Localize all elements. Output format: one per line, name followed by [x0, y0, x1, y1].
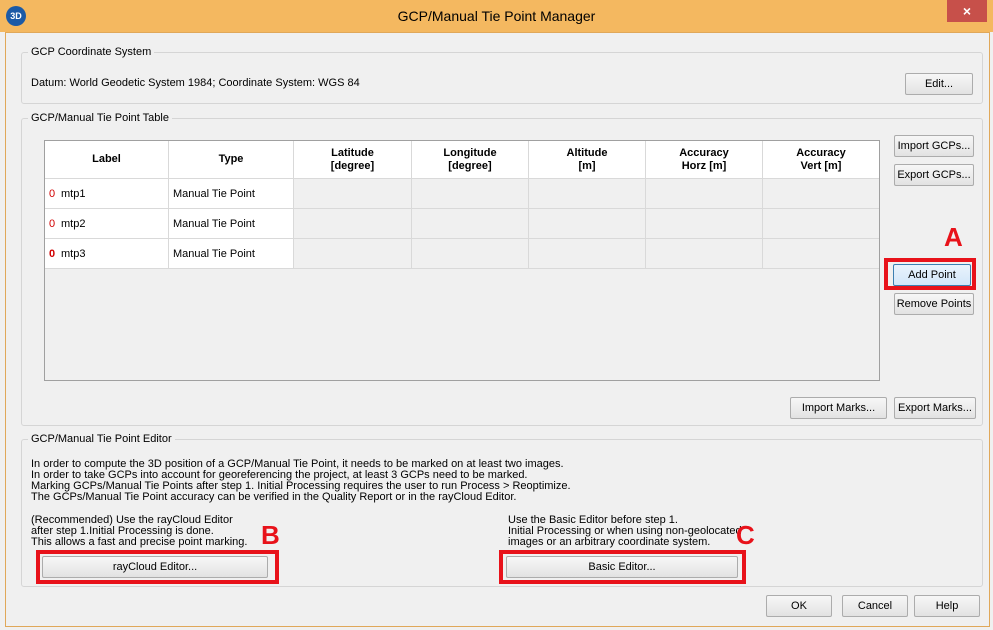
row-marker: 0: [49, 217, 56, 230]
row-marker: 0: [49, 247, 56, 260]
import-marks-button[interactable]: Import Marks...: [790, 397, 887, 419]
accuracy-horz-cell[interactable]: [645, 178, 763, 209]
altitude-cell[interactable]: [528, 238, 646, 269]
column-header-altitude[interactable]: Altitude [m]: [528, 141, 646, 179]
longitude-cell[interactable]: [411, 178, 529, 209]
column-header-latitude[interactable]: Latitude [degree]: [293, 141, 412, 179]
accuracy-horz-cell[interactable]: [645, 238, 763, 269]
coordinate-system-legend: GCP Coordinate System: [31, 46, 152, 58]
accuracy-vert-cell[interactable]: [762, 178, 879, 209]
raycloud-hint-line: This allows a fast and precise point mar…: [31, 536, 248, 548]
title-bar: 3D GCP/Manual Tie Point Manager ×: [0, 0, 993, 32]
annotation-box-b: [36, 550, 279, 584]
export-gcps-button[interactable]: Export GCPs...: [894, 164, 974, 186]
longitude-cell[interactable]: [411, 238, 529, 269]
label-cell[interactable]: 0 mtp1: [45, 178, 169, 209]
window-title: GCP/Manual Tie Point Manager: [397, 8, 596, 24]
column-header-longitude[interactable]: Longitude [degree]: [411, 141, 529, 179]
help-button[interactable]: Help: [914, 595, 980, 617]
close-button[interactable]: ×: [947, 0, 987, 22]
column-header-accuracy-horz[interactable]: Accuracy Horz [m]: [645, 141, 763, 179]
label-cell[interactable]: 0 mtp3: [45, 238, 169, 269]
latitude-cell[interactable]: [293, 238, 412, 269]
type-cell[interactable]: Manual Tie Point: [168, 238, 294, 269]
tie-point-table: Label Type Latitude [degree] Longitude […: [44, 140, 880, 381]
latitude-cell[interactable]: [293, 178, 412, 209]
column-header-type[interactable]: Type: [168, 141, 294, 179]
latitude-cell[interactable]: [293, 208, 412, 239]
table-row[interactable]: 0 mtp3 Manual Tie Point: [45, 238, 879, 269]
remove-points-button[interactable]: Remove Points: [894, 293, 974, 315]
annotation-box-a: [884, 258, 976, 290]
accuracy-horz-cell[interactable]: [645, 208, 763, 239]
column-header-label[interactable]: Label: [45, 141, 169, 179]
editor-info-line: The GCPs/Manual Tie Point accuracy can b…: [31, 491, 517, 503]
row-marker: 0: [49, 187, 56, 200]
annotation-label-a: A: [944, 222, 963, 252]
type-cell[interactable]: Manual Tie Point: [168, 178, 294, 209]
longitude-cell[interactable]: [411, 208, 529, 239]
ok-button[interactable]: OK: [766, 595, 832, 617]
accuracy-vert-cell[interactable]: [762, 208, 879, 239]
annotation-box-c: [499, 550, 746, 584]
basic-hint-line: images or an arbitrary coordinate system…: [508, 536, 711, 548]
type-cell[interactable]: Manual Tie Point: [168, 208, 294, 239]
coordinate-system-description: Datum: World Geodetic System 1984; Coord…: [31, 77, 360, 89]
cancel-button[interactable]: Cancel: [842, 595, 908, 617]
annotation-label-c: C: [736, 520, 755, 550]
export-marks-button[interactable]: Export Marks...: [894, 397, 976, 419]
edit-button[interactable]: Edit...: [905, 73, 973, 95]
label-cell[interactable]: 0 mtp2: [45, 208, 169, 239]
tie-point-editor-legend: GCP/Manual Tie Point Editor: [31, 433, 172, 445]
coordinate-system-group: GCP Coordinate System: [21, 46, 983, 104]
accuracy-vert-cell[interactable]: [762, 238, 879, 269]
column-header-accuracy-vert[interactable]: Accuracy Vert [m]: [762, 141, 879, 179]
tie-point-table-legend: GCP/Manual Tie Point Table: [31, 112, 169, 124]
import-gcps-button[interactable]: Import GCPs...: [894, 135, 974, 157]
altitude-cell[interactable]: [528, 208, 646, 239]
table-row[interactable]: 0 mtp2 Manual Tie Point: [45, 208, 879, 239]
table-row[interactable]: 0 mtp1 Manual Tie Point: [45, 178, 879, 209]
annotation-label-b: B: [261, 520, 280, 550]
altitude-cell[interactable]: [528, 178, 646, 209]
